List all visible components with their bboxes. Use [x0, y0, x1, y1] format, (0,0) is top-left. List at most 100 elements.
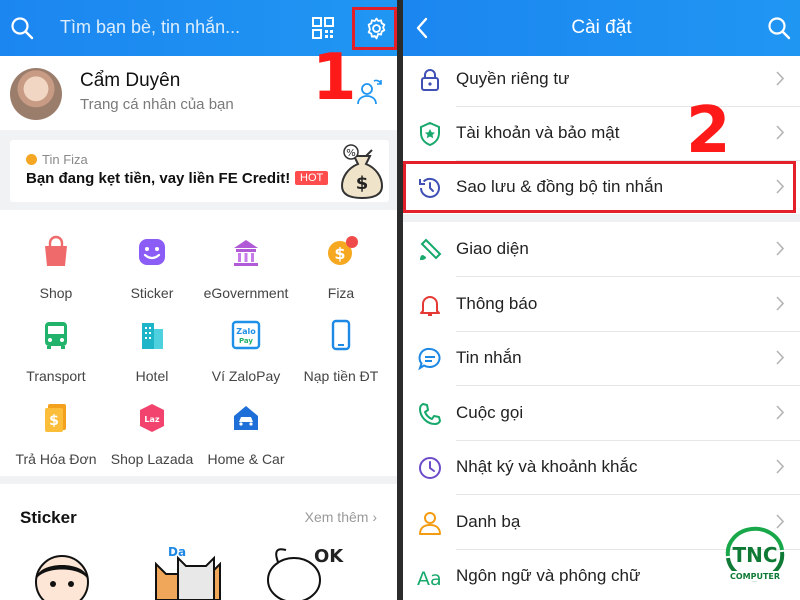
promo-text: Bạn đang kẹt tiền, vay liền FE Credit!	[26, 170, 291, 187]
sticker-section-title: Sticker	[20, 508, 77, 527]
menu-calls[interactable]: Cuộc gọi	[403, 386, 800, 440]
search-input[interactable]: Tìm bạn bè, tin nhắn...	[60, 17, 240, 38]
search-icon[interactable]	[10, 16, 34, 40]
phone-icon	[419, 403, 441, 425]
menu-label: Danh bạ	[456, 512, 521, 531]
tnc-computer-logo: TNC COMPUTER	[725, 526, 785, 582]
lazada-icon: Laz	[140, 404, 164, 432]
grid-label: Fiza	[327, 285, 355, 301]
menu-messages[interactable]: Tin nhắn	[403, 331, 800, 385]
utility-grid: Shop Sticker eGovernment $ Fiza Transpor…	[0, 210, 397, 476]
profile-subtitle: Trang cá nhân của bạn	[80, 96, 234, 113]
shield-icon	[420, 121, 440, 147]
zalopay-icon: Zalo Pay	[231, 320, 261, 350]
step-number-2: 2	[686, 94, 731, 168]
svg-text:Zalo: Zalo	[236, 327, 256, 336]
chevron-right-icon	[776, 405, 784, 420]
grid-label: Hotel	[135, 368, 169, 384]
menu-label: Cuộc gọi	[456, 403, 524, 422]
svg-text:TNC: TNC	[732, 543, 777, 567]
bus-icon	[45, 322, 67, 349]
grid-label: Transport	[26, 368, 86, 384]
promo-banner[interactable]: Tin Fiza Bạn đang kẹt tiền, vay liền FE …	[10, 140, 389, 202]
section-gap	[403, 214, 800, 222]
grid-item-home-car[interactable]: Home & Car	[198, 400, 294, 467]
grid-item-shop[interactable]: Shop	[8, 234, 104, 301]
grid-label: Shop	[39, 285, 73, 301]
menu-label: Tin nhắn	[456, 348, 522, 367]
bell-icon	[420, 296, 440, 316]
avatar[interactable]	[10, 68, 62, 120]
menu-label: Quyền riêng tư	[456, 69, 570, 88]
grid-label: Shop Lazada	[110, 451, 194, 467]
chevron-right-icon	[776, 296, 784, 311]
settings-highlight-box	[352, 7, 397, 50]
sticker-smile-icon	[139, 239, 165, 265]
menu-diary-moments[interactable]: Nhật ký và khoảnh khắc	[403, 440, 800, 494]
chevron-right-icon	[776, 350, 784, 365]
svg-text:Pay: Pay	[239, 337, 253, 345]
menu-label: Tài khoản và bảo mật	[456, 123, 620, 142]
svg-text:Aa: Aa	[417, 568, 442, 590]
menu-label: Thông báo	[456, 294, 538, 313]
menu-account-security[interactable]: Tài khoản và bảo mật	[403, 106, 800, 160]
menu-label: Ngôn ngữ và phông chữ	[456, 566, 641, 585]
zalo-more-screen: Tìm bạn bè, tin nhắn... Cẩm Duyên Trang …	[0, 0, 397, 600]
grid-item-fiza[interactable]: $ Fiza	[293, 234, 389, 301]
home-car-icon	[234, 406, 258, 430]
contact-person-icon	[419, 512, 441, 535]
grid-item-topup[interactable]: Nạp tiền ĐT	[293, 317, 389, 384]
profile-name: Cẩm Duyên	[80, 70, 181, 91]
chevron-right-icon	[776, 125, 784, 140]
sticker-bunny-icon[interactable]: OK	[262, 544, 362, 600]
step-number-1: 1	[312, 41, 357, 115]
grid-item-sticker[interactable]: Sticker	[104, 234, 200, 301]
menu-privacy[interactable]: Quyền riêng tư	[403, 52, 800, 106]
fiza-coin-icon: $	[328, 236, 358, 265]
hot-badge: HOT	[295, 171, 329, 185]
hotel-icon	[142, 323, 163, 349]
svg-text:$: $	[356, 173, 369, 194]
grid-label: Ví ZaloPay	[211, 368, 281, 384]
svg-text:Laz: Laz	[144, 415, 159, 424]
grid-label: Home & Car	[207, 451, 285, 467]
government-building-icon	[234, 240, 258, 266]
svg-text:$: $	[49, 413, 59, 429]
search-icon[interactable]	[767, 16, 791, 40]
grid-label: Nạp tiền ĐT	[303, 368, 379, 384]
sticker-cat-icon[interactable]: Da	[148, 544, 228, 600]
see-more-link[interactable]: Xem thêm ›	[305, 509, 377, 525]
fiza-coin-icon	[26, 154, 37, 165]
qr-code-icon[interactable]	[312, 17, 334, 39]
backup-highlight-box	[403, 161, 796, 213]
sticker-girl-icon[interactable]	[32, 550, 92, 600]
grid-item-transport[interactable]: Transport	[8, 317, 104, 384]
settings-screen: Cài đặt Quyền riêng tư Tài khoản và bảo …	[403, 0, 800, 600]
switch-account-icon[interactable]	[357, 78, 383, 106]
menu-appearance[interactable]: Giao diện	[403, 222, 800, 276]
menu-notifications[interactable]: Thông báo	[403, 277, 800, 331]
language-aa-icon: Aa	[417, 568, 442, 590]
grid-item-bill[interactable]: $ Trả Hóa Đơn	[8, 400, 104, 467]
svg-text:%: %	[346, 148, 356, 159]
money-bag-icon: $ %	[340, 144, 384, 200]
svg-text:OK: OK	[314, 546, 344, 567]
lock-icon	[421, 69, 439, 91]
grid-item-zalopay[interactable]: Zalo Pay Ví ZaloPay	[198, 317, 294, 384]
bill-icon: $	[45, 404, 66, 432]
chevron-right-icon	[776, 459, 784, 474]
settings-header-bar: Cài đặt	[403, 0, 800, 56]
grid-item-hotel[interactable]: Hotel	[104, 317, 200, 384]
svg-text:$: $	[334, 244, 345, 263]
phone-topup-icon	[331, 319, 351, 351]
chevron-right-icon	[776, 241, 784, 256]
svg-text:Da: Da	[168, 545, 186, 559]
grid-item-lazada[interactable]: Laz Shop Lazada	[104, 400, 200, 467]
chat-bubble-icon	[418, 347, 441, 371]
grid-item-egovernment[interactable]: eGovernment	[198, 234, 294, 301]
sticker-section: Sticker Xem thêm › Da OK	[0, 484, 397, 600]
chevron-right-icon	[776, 71, 784, 86]
clock-icon	[419, 457, 441, 479]
grid-label: Trả Hóa Đơn	[15, 451, 97, 467]
menu-label: Giao diện	[456, 239, 529, 258]
